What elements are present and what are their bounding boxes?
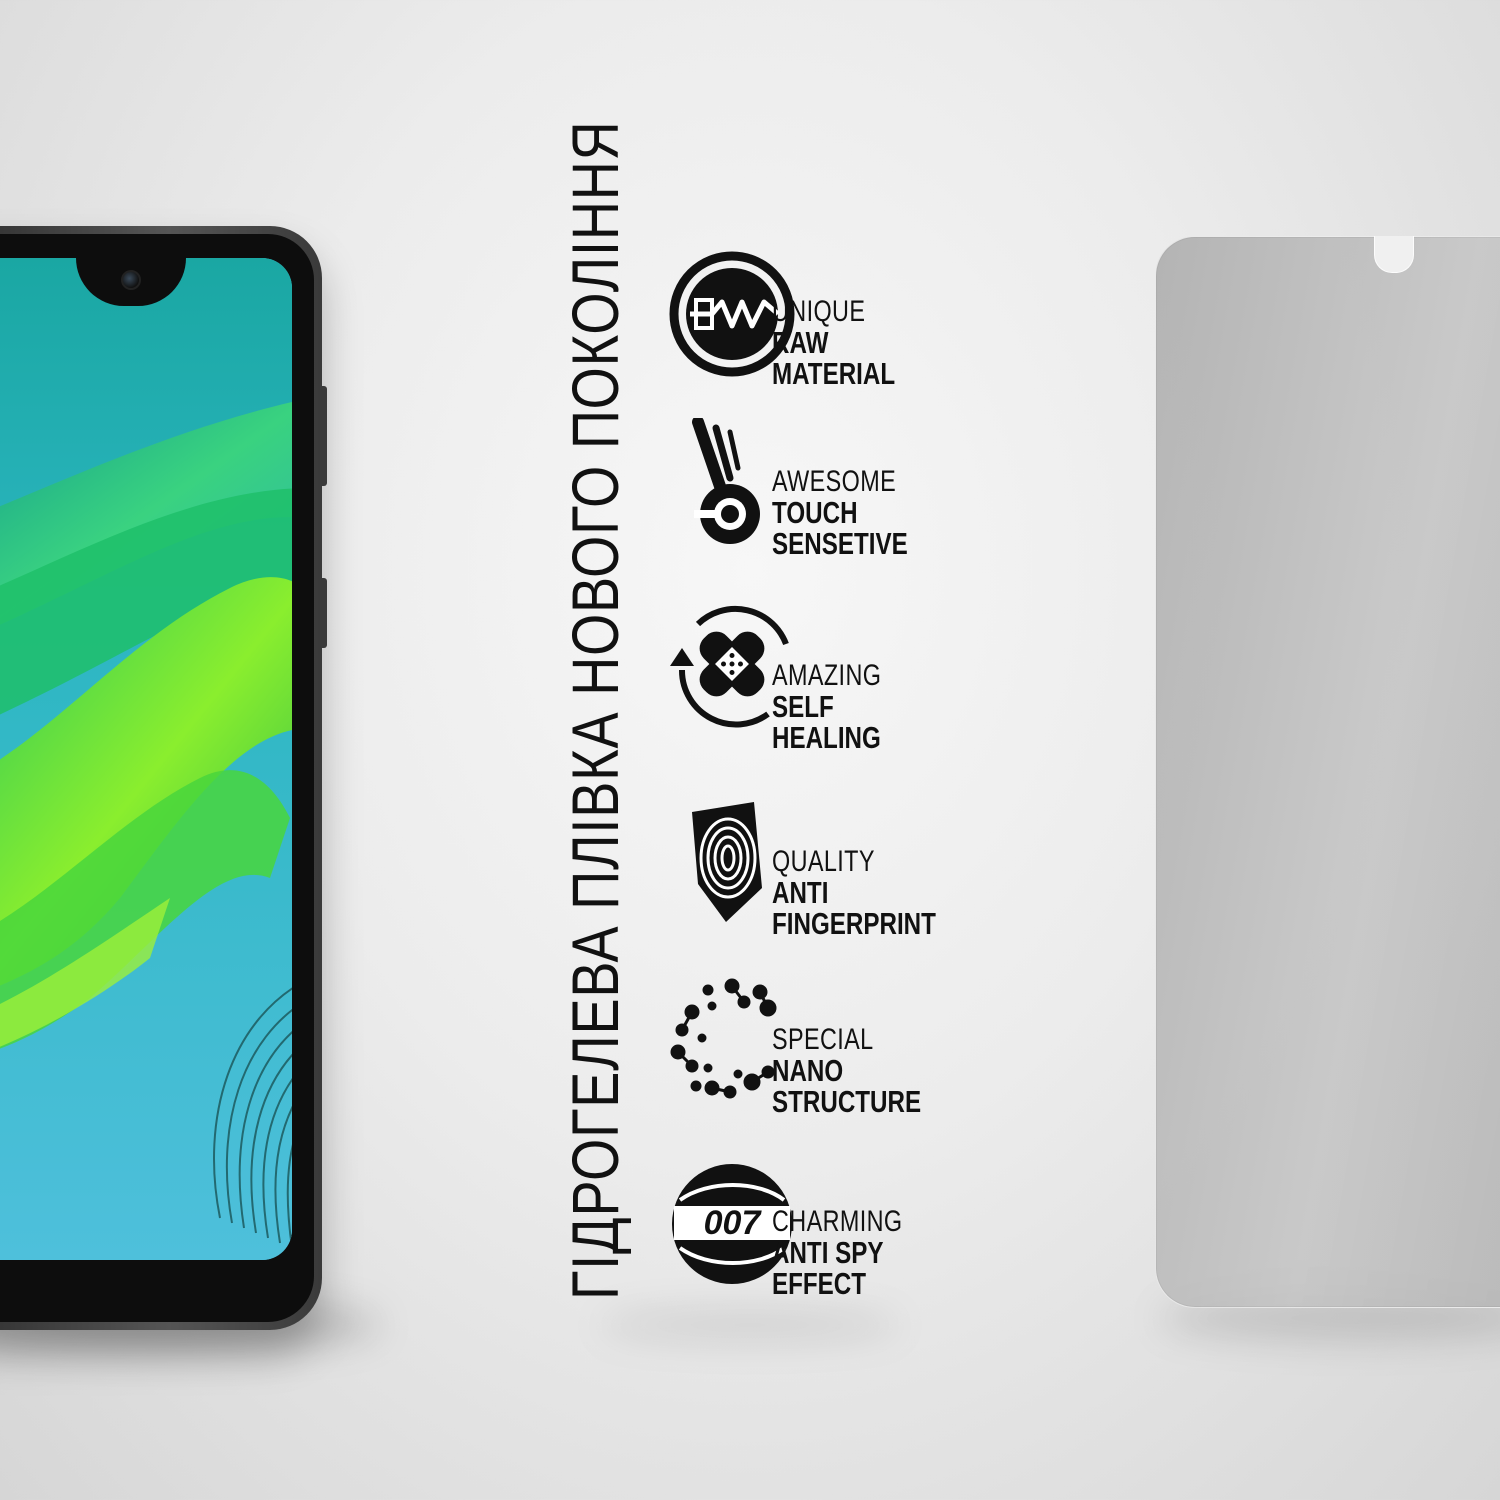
feature-line1: AWESOME	[772, 465, 897, 498]
smartphone	[0, 226, 327, 1330]
film-camera-cutout	[1374, 236, 1414, 273]
power-button	[321, 578, 327, 648]
feature-touch-sensetive: AWESOME TOUCH SENSETIVE	[668, 418, 968, 561]
feature-raw-material: UNIQUE RAW MATERIAL	[668, 250, 968, 390]
front-camera	[121, 270, 141, 290]
product-title: ГІДРОГЕЛЕВА ПЛІВКА НОВОГО ПОКОЛІННЯ	[558, 120, 632, 1300]
feature-anti-fingerprint: QUALITY ANTI FINGERPRINT	[668, 798, 968, 941]
feature-line2: ANTI	[772, 875, 829, 910]
phone-screen	[0, 258, 292, 1260]
feature-line1: AMAZING	[772, 659, 882, 692]
feature-nano-structure: SPECIAL NANO STRUCTURE	[668, 978, 968, 1118]
feature-line2: ANTI SPY	[772, 1235, 884, 1270]
feature-line2: TOUCH	[772, 495, 858, 530]
feature-line1: QUALITY	[772, 845, 875, 878]
feature-line3: FINGERPRINT	[772, 906, 936, 941]
feature-line1: CHARMING	[772, 1205, 903, 1238]
feature-line1: SPECIAL	[772, 1023, 874, 1056]
feature-line2: SELF	[772, 689, 834, 724]
feature-line3: HEALING	[772, 720, 881, 755]
hydrogel-film	[1155, 236, 1500, 1308]
feature-self-healing: AMAZING SELF HEALING	[668, 604, 968, 753]
feature-line3: MATERIAL	[772, 356, 896, 391]
feature-line2: NANO	[772, 1053, 844, 1088]
feature-line3: STRUCTURE	[772, 1084, 922, 1119]
spy-badge-text: 007	[704, 1204, 763, 1242]
icons-shadow	[600, 1310, 900, 1340]
wallpaper	[0, 258, 292, 1260]
feature-line3: EFFECT	[772, 1266, 867, 1301]
feature-line2: RAW	[772, 325, 829, 360]
phone-bezel	[0, 234, 314, 1322]
volume-button	[321, 386, 327, 486]
feature-anti-spy: 007 CHARMING ANTI SPY EFFECT	[668, 1160, 968, 1300]
feature-line3: SENSETIVE	[772, 526, 908, 561]
feature-line1: UNIQUE	[772, 295, 866, 328]
